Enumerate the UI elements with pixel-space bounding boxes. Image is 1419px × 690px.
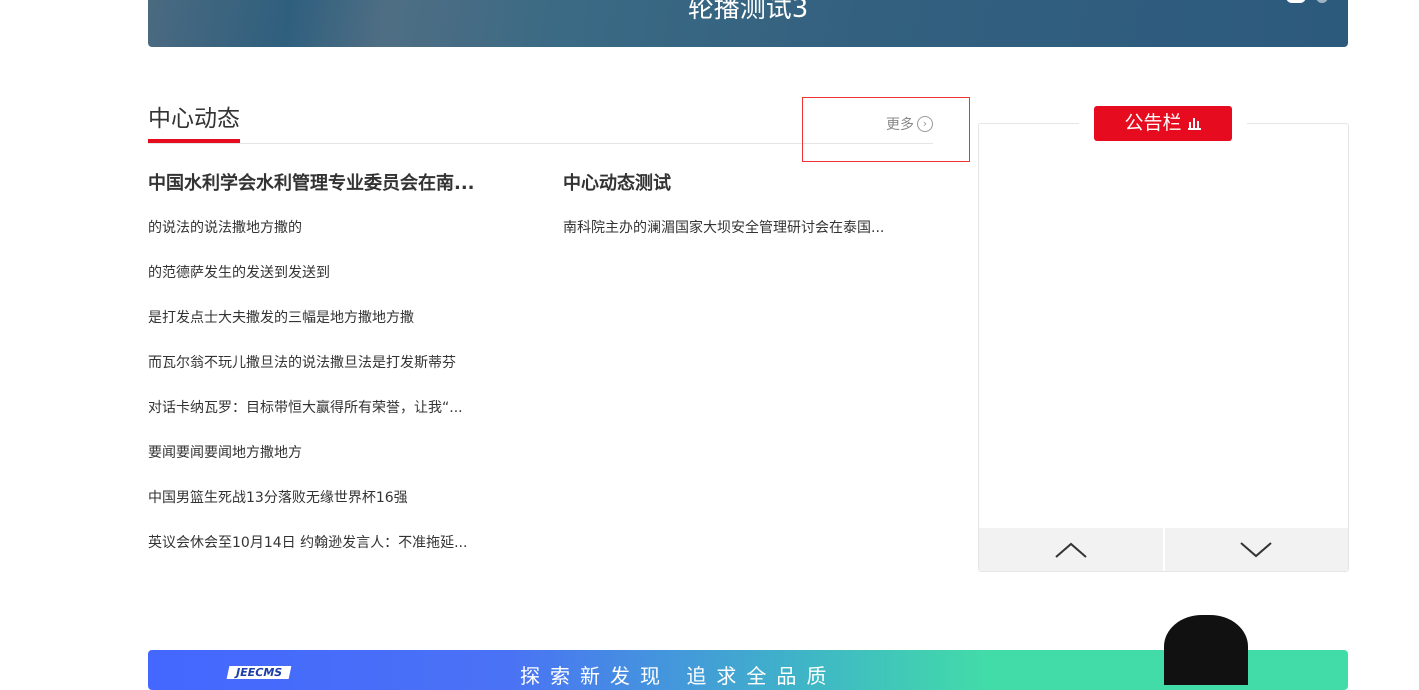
- highlight-box: [802, 97, 970, 162]
- notice-title-wrap: 公告栏: [1079, 106, 1247, 142]
- chevron-up-icon: [1055, 542, 1087, 558]
- list-item[interactable]: 对话卡纳瓦罗：目标带恒大赢得所有荣誉，让我“...: [148, 398, 475, 418]
- section-title: 中心动态: [148, 103, 240, 143]
- notice-board: [978, 123, 1349, 572]
- carousel-title: 轮播测试3: [687, 0, 809, 24]
- list-item[interactable]: 要闻要闻要闻地方撒地方: [148, 443, 475, 463]
- notice-title-label: 公告栏: [1124, 112, 1182, 134]
- scroll-up-button[interactable]: [979, 528, 1163, 571]
- list-item[interactable]: 南科院主办的澜湄国家大坝安全管理研讨会在泰国...: [563, 218, 884, 238]
- chevron-down-icon: [1240, 541, 1272, 557]
- banner-slogan: 探索新发现 追求全品质: [520, 664, 837, 688]
- banner-person-image: [1164, 615, 1248, 685]
- news-headline[interactable]: 中国水利学会水利管理专业委员会在南...: [148, 170, 475, 198]
- news-column-1: 中国水利学会水利管理专业委员会在南... 的说法的说法撒地方撒的 的范德萨发生的…: [148, 170, 475, 578]
- news-headline[interactable]: 中心动态测试: [563, 170, 884, 198]
- list-item[interactable]: 的范德萨发生的发送到发送到: [148, 263, 475, 283]
- list-item[interactable]: 而瓦尔翁不玩儿撒旦法的说法撒旦法是打发斯蒂芬: [148, 353, 475, 373]
- list-item[interactable]: 中国男篮生死战13分落败无缘世界杯16强: [148, 488, 475, 508]
- bar-chart-icon: [1187, 118, 1201, 130]
- list-item[interactable]: 是打发点士大夫撒发的三幅是地方撒地方撒: [148, 308, 475, 328]
- scroll-down-button[interactable]: [1164, 528, 1348, 571]
- brand-badge: JEECMS: [226, 666, 292, 679]
- news-column-2: 中心动态测试 南科院主办的澜湄国家大坝安全管理研讨会在泰国...: [563, 170, 884, 263]
- list-item[interactable]: 的说法的说法撒地方撒的: [148, 218, 475, 238]
- notice-title: 公告栏: [1094, 106, 1232, 141]
- carousel[interactable]: 轮播测试3: [148, 0, 1348, 47]
- list-item[interactable]: 英议会休会至10月14日 约翰逊发言人：不准拖延...: [148, 533, 475, 553]
